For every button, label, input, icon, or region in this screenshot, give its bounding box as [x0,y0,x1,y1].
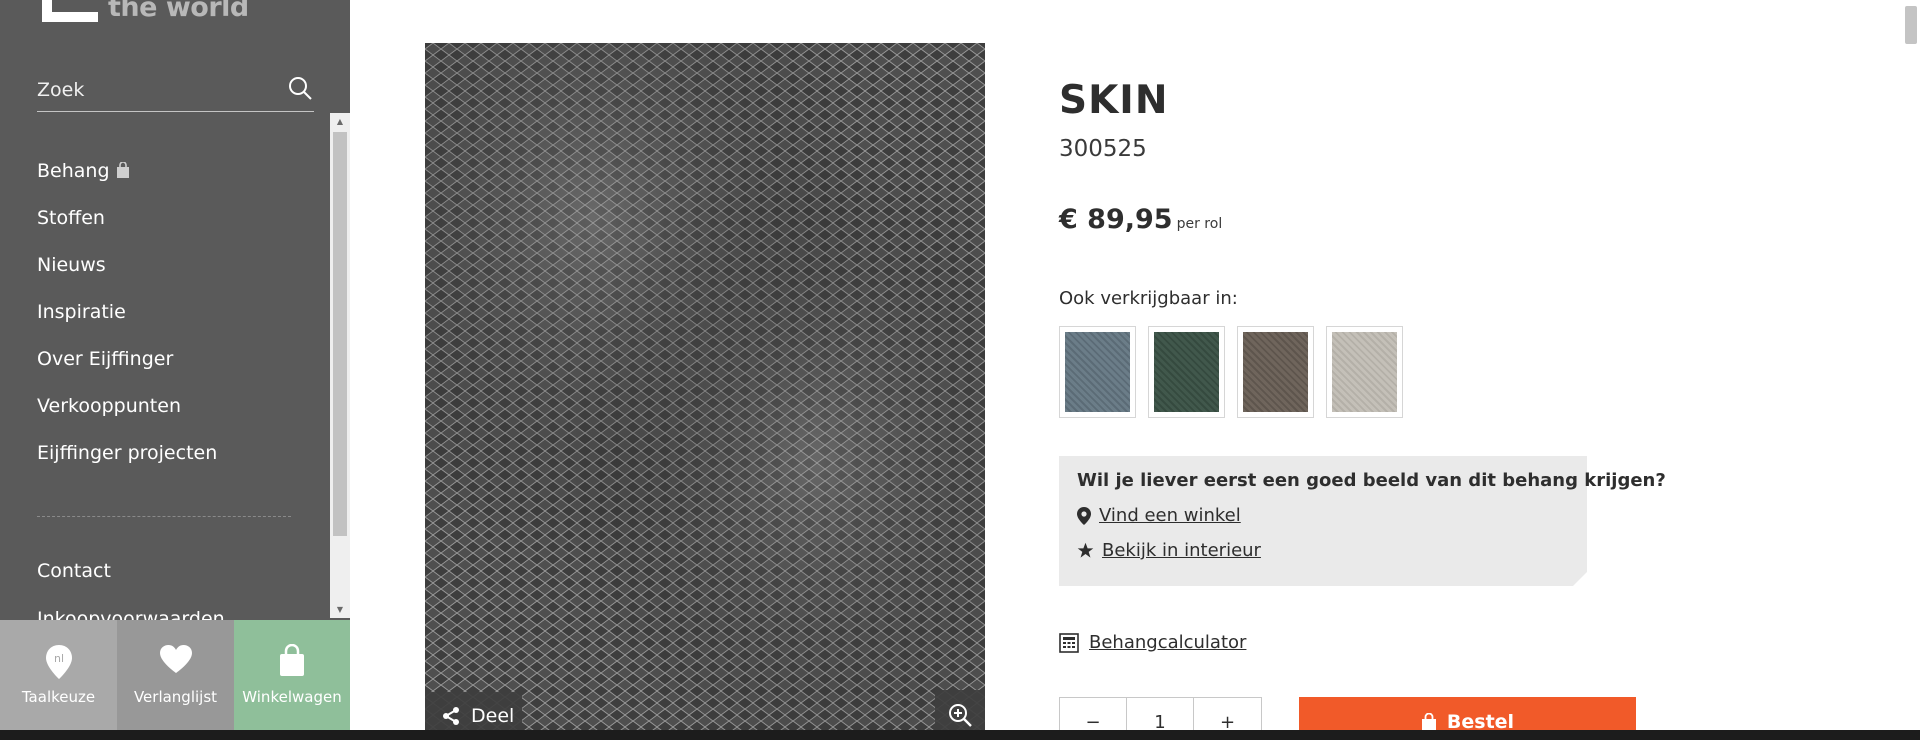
scroll-up-arrow-icon[interactable]: ▲ [330,113,350,130]
swatch-light-grey [1332,332,1397,412]
search-icon[interactable] [286,74,314,102]
view-interior-label: Bekijk in interieur [1102,540,1261,561]
find-store-link[interactable]: Vind een winkel [1077,505,1569,526]
snakeskin-pattern [425,43,985,740]
nav-item-behang[interactable]: Behang [37,148,317,195]
nav-item-label: Behang [37,160,110,182]
product-price: € 89,95 per rol [1059,204,1222,235]
share-icon [443,707,459,725]
page-scrollbar-thumb[interactable] [1905,6,1917,44]
nav-item-contact[interactable]: Contact [37,560,111,582]
sidebar-scrollbar[interactable]: ▲ ▼ [330,113,350,618]
zoom-in-icon [949,704,972,727]
map-marker-icon [1077,506,1091,525]
product-page: Deel SKIN 300525 € 89,95 per rol Ook verk… [350,0,1900,740]
share-label: Deel [471,705,515,727]
tab-wishlist[interactable]: Verlanglijst [117,620,234,740]
scroll-down-arrow-icon[interactable]: ▼ [330,601,350,618]
nav-item-nieuws[interactable]: Nieuws [37,242,317,289]
product-title: SKIN [1059,78,1169,123]
calculator-icon [1059,632,1079,653]
bottom-tabs: nl Taalkeuze Verlanglijst Winkelwagen [0,620,350,740]
language-code: nl [53,652,63,665]
nav-item-eijffinger-projecten[interactable]: Eijffinger projecten [37,430,317,477]
help-box-title: Wil je liever eerst een goed beeld van d… [1077,470,1666,491]
calculator-label: Behangcalculator [1089,632,1247,653]
variant-swatch[interactable] [1059,326,1136,418]
variant-swatch[interactable] [1148,326,1225,418]
price-unit: per rol [1176,216,1223,232]
nav-divider [37,516,291,517]
logo-mark[interactable] [42,0,98,22]
search-bar [37,70,314,112]
tab-cart-label: Winkelwagen [242,688,342,706]
sidebar: the world Behang Stoffen Nieuws Inspirat… [0,0,350,740]
star-icon [1077,542,1094,558]
swatch-green [1154,332,1219,412]
page-scrollbar[interactable] [1900,0,1920,730]
nav-item-stoffen[interactable]: Stoffen [37,195,317,242]
swatch-blue-grey [1065,332,1130,412]
variant-swatch[interactable] [1326,326,1403,418]
view-interior-link[interactable]: Bekijk in interieur [1077,540,1569,561]
also-available-label: Ook verkrijgbaar in: [1059,288,1238,309]
shopping-bag-icon [1421,712,1436,731]
swatch-taupe [1243,332,1308,412]
shopping-bag-icon [234,644,350,680]
search-input[interactable] [37,76,267,104]
price-value: € 89,95 [1059,204,1173,235]
main-nav: Behang Stoffen Nieuws Inspiratie Over Ei… [37,148,317,477]
help-box: Wil je liever eerst een goed beeld van d… [1059,456,1666,586]
help-box-corner [1573,572,1587,586]
scrollbar-thumb[interactable] [333,132,347,536]
tab-cart[interactable]: Winkelwagen [234,620,350,740]
logo-text[interactable]: the world [108,0,249,23]
tab-language[interactable]: nl Taalkeuze [0,620,117,740]
find-store-label: Vind een winkel [1099,505,1241,526]
color-variants [1059,326,1415,418]
heart-icon [117,644,234,680]
tab-language-label: Taalkeuze [21,688,96,706]
product-image[interactable]: Deel [425,43,985,740]
location-pin-icon: nl [0,644,117,680]
window-bottom-edge [0,730,1920,740]
shopping-bag-icon [116,150,130,197]
wallpaper-calculator-link[interactable]: Behangcalculator [1059,632,1246,653]
tab-wishlist-label: Verlanglijst [133,688,218,706]
nav-item-verkooppunten[interactable]: Verkooppunten [37,383,317,430]
product-sku: 300525 [1059,136,1147,162]
variant-swatch[interactable] [1237,326,1314,418]
nav-item-over-eijffinger[interactable]: Over Eijffinger [37,336,317,383]
nav-item-inspiratie[interactable]: Inspiratie [37,289,317,336]
